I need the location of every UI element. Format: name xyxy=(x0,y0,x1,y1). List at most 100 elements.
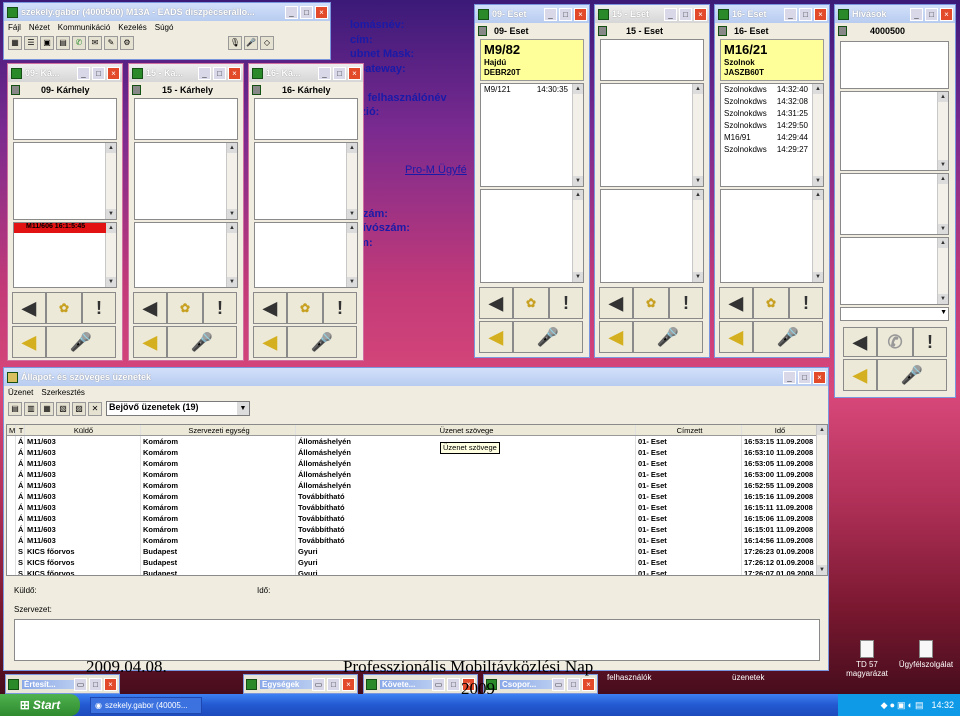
minimize-button[interactable]: _ xyxy=(784,7,797,21)
mail-icon[interactable]: ✉ xyxy=(88,36,102,50)
scrollbar[interactable] xyxy=(692,190,703,282)
phone-icon[interactable]: ✆ xyxy=(72,36,86,50)
menu-uzenet[interactable]: Üzenet xyxy=(8,388,33,397)
speaker-button[interactable]: ◀ xyxy=(843,359,877,391)
karhely-list-3[interactable]: M11/606 16:1:5:45 xyxy=(13,222,117,288)
scrollbar[interactable] xyxy=(105,143,116,219)
taskbar-item-app[interactable]: ◉ szekely.gabor (40005... xyxy=(90,697,202,714)
exclamation-button[interactable]: ! xyxy=(789,287,823,319)
delete-icon[interactable]: ✕ xyxy=(88,401,102,416)
close-button[interactable]: × xyxy=(694,7,707,21)
maximize-button[interactable]: □ xyxy=(447,677,460,691)
close-button[interactable]: × xyxy=(348,66,361,80)
column-header[interactable]: Idő xyxy=(742,425,817,435)
scrollbar[interactable] xyxy=(937,238,948,304)
table-row[interactable]: Á M11/603 Komárom Továbbítható 01- Eset 16:14… xyxy=(7,535,827,546)
scrollbar[interactable] xyxy=(937,174,948,234)
close-button[interactable]: × xyxy=(107,66,120,80)
table-row[interactable]: Á M11/603 Komárom Továbbítható 01- Eset 16:15… xyxy=(7,502,827,513)
edit-icon[interactable]: ✎ xyxy=(104,36,118,50)
window-title-bar[interactable]: 16- Eset _ □ × xyxy=(715,5,829,23)
menu-nezet[interactable]: Nézet xyxy=(29,23,50,32)
print-icon[interactable]: ▧ xyxy=(56,401,70,416)
maximize-button[interactable]: □ xyxy=(799,7,812,21)
eset-list-2[interactable] xyxy=(480,189,584,283)
exclamation-button[interactable]: ! xyxy=(203,292,237,324)
speaker-mute-button[interactable]: ◀ xyxy=(719,287,753,319)
list-item[interactable]: Szolnokdws 14:29:50 xyxy=(724,120,820,132)
close-button[interactable]: × xyxy=(104,677,117,691)
minimize-button[interactable]: _ xyxy=(318,66,331,80)
exclamation-button[interactable]: ! xyxy=(549,287,583,319)
menu-fajl[interactable]: Fájl xyxy=(8,23,21,32)
speaker-button[interactable]: ◀ xyxy=(599,321,633,353)
list-item[interactable]: Szolnokdws 14:29:27 xyxy=(724,144,820,156)
mute-icon[interactable]: ◇ xyxy=(260,36,274,50)
karhely-list-1[interactable] xyxy=(13,98,117,140)
microphone-alt-icon[interactable]: 🎤 xyxy=(244,36,258,50)
table-row[interactable]: Á M11/603 Komárom Továbbítható 01- Eset 16:15… xyxy=(7,491,827,502)
column-header[interactable]: M xyxy=(7,425,16,435)
scrollbar[interactable] xyxy=(346,143,357,219)
eset-list-2[interactable] xyxy=(600,189,704,283)
close-button[interactable]: × xyxy=(940,7,953,21)
group-button[interactable]: ✿ xyxy=(753,287,789,319)
maximize-button[interactable]: □ xyxy=(327,677,340,691)
microphone-button[interactable]: 🎤 xyxy=(877,359,947,391)
microphone-button[interactable]: 🎤 xyxy=(513,321,583,353)
menu-kommunikacio[interactable]: Kommunikáció xyxy=(58,23,110,32)
speaker-button[interactable]: ◀ xyxy=(479,321,513,353)
restore-button[interactable]: ▭ xyxy=(432,677,445,691)
karhely-list-2[interactable] xyxy=(13,142,117,220)
window-title-bar[interactable]: 15 - Ká... _ □ × xyxy=(129,64,243,82)
scrollbar[interactable] xyxy=(812,84,823,186)
column-header[interactable]: Üzenet szövege xyxy=(296,425,636,435)
speaker-button[interactable]: ◀ xyxy=(12,326,46,358)
speaker-mute-button[interactable]: ◀ xyxy=(12,292,46,324)
scrollbar[interactable] xyxy=(937,92,948,170)
maximize-button[interactable]: □ xyxy=(300,5,313,19)
list-item[interactable]: Szolnokdws 14:32:40 xyxy=(724,84,820,96)
messages-table[interactable]: M T Küldő Szervezeti egység Üzenet szövege Cí… xyxy=(6,424,828,576)
maximize-button[interactable]: □ xyxy=(89,677,102,691)
minimize-button[interactable]: _ xyxy=(285,5,298,19)
minimized-window-2[interactable]: Egységek ▭ □ × xyxy=(243,674,358,694)
column-header[interactable]: T xyxy=(16,425,25,435)
table-row[interactable]: S KICS főorvos Budapest Gyuri 01- Eset 17:26:… xyxy=(7,546,827,557)
column-header[interactable]: Címzett xyxy=(636,425,742,435)
eset-event-list[interactable] xyxy=(600,83,704,187)
table-scrollbar[interactable] xyxy=(816,425,827,575)
scrollbar[interactable] xyxy=(812,190,823,282)
column-header[interactable]: Szervezeti egység xyxy=(141,425,296,435)
minimize-button[interactable]: _ xyxy=(77,66,90,80)
minimize-button[interactable]: _ xyxy=(664,7,677,21)
eset-event-list[interactable]: M9/121 14:30:35 xyxy=(480,83,584,187)
karhely-list-2[interactable] xyxy=(134,142,238,220)
minimized-window-4[interactable]: Csopor... ▭ □ × xyxy=(483,674,598,694)
speaker-button[interactable]: ◀ xyxy=(253,326,287,358)
maximize-button[interactable]: □ xyxy=(92,66,105,80)
hivasok-list-2[interactable] xyxy=(840,91,949,171)
table-row[interactable]: Á M11/603 Komárom Állomáshelyén 01- Eset 16:5… xyxy=(7,469,827,480)
main-title-bar[interactable]: szekely.gabor (4000500) M13A - EADS disz… xyxy=(4,3,330,21)
table-row[interactable]: Á M11/603 Komárom Állomáshelyén 01- Eset 16:5… xyxy=(7,458,827,469)
maximize-button[interactable]: □ xyxy=(679,7,692,21)
microphone-button[interactable]: 🎤 xyxy=(46,326,116,358)
group-button[interactable]: ✿ xyxy=(633,287,669,319)
scrollbar[interactable] xyxy=(346,223,357,287)
start-button[interactable]: ⊞ Start xyxy=(0,694,80,716)
karhely-list-3[interactable] xyxy=(134,222,238,288)
group-button[interactable]: ✿ xyxy=(287,292,323,324)
speaker-mute-button[interactable]: ◀ xyxy=(479,287,513,319)
maximize-button[interactable]: □ xyxy=(213,66,226,80)
hivasok-dropdown[interactable]: ▼ xyxy=(840,307,949,321)
case-info-panel[interactable]: M9/82 Hajdú DEBR20T xyxy=(480,39,584,81)
karhely-list-1[interactable] xyxy=(254,98,358,140)
scrollbar[interactable] xyxy=(692,84,703,186)
microphone-button[interactable]: 🎤 xyxy=(633,321,703,353)
eset-list-2[interactable] xyxy=(720,189,824,283)
close-button[interactable]: × xyxy=(342,677,355,691)
close-button[interactable]: × xyxy=(814,7,827,21)
reply-icon[interactable]: ▥ xyxy=(24,401,38,416)
forward-icon[interactable]: ▦ xyxy=(40,401,54,416)
